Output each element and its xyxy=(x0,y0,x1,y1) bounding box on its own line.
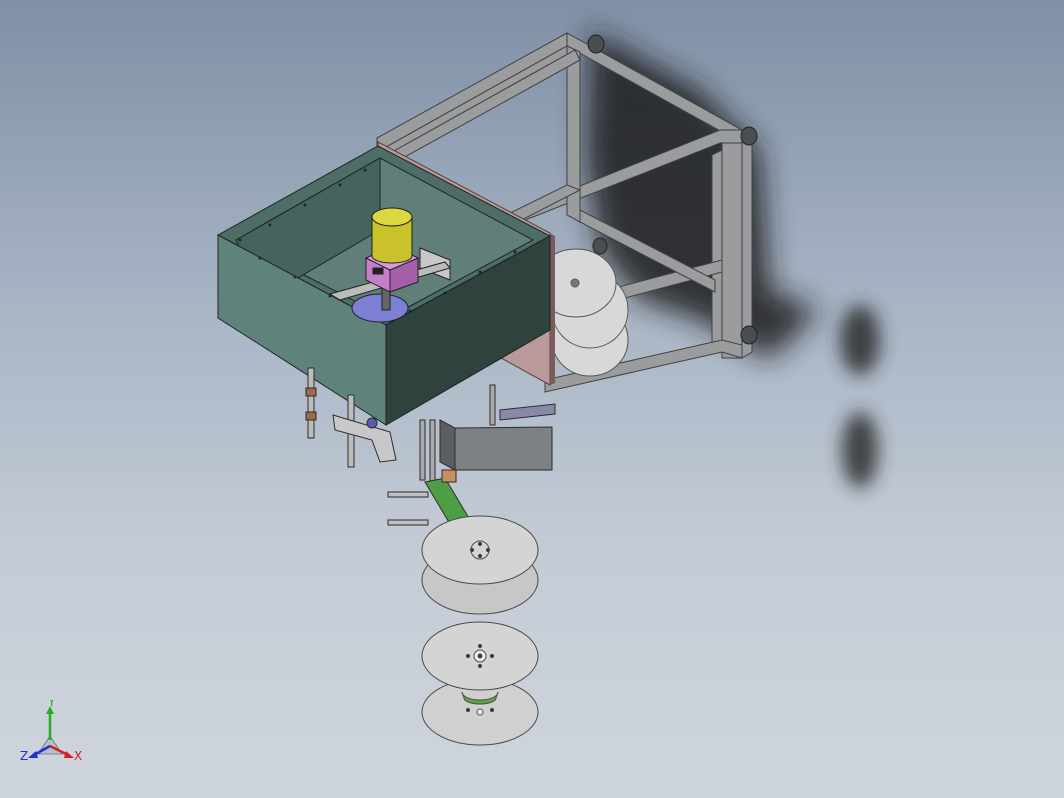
x-axis-head xyxy=(64,751,74,758)
y-axis-label: Y xyxy=(47,700,56,709)
z-axis-head xyxy=(28,751,38,758)
x-axis-label: X xyxy=(74,749,82,763)
z-axis-label: Z xyxy=(20,749,28,763)
cad-viewport[interactable] xyxy=(0,0,1064,798)
reel-lower[interactable] xyxy=(421,621,539,746)
reel-upper[interactable] xyxy=(421,515,539,615)
coordinate-triad: Y X Z xyxy=(20,700,82,763)
